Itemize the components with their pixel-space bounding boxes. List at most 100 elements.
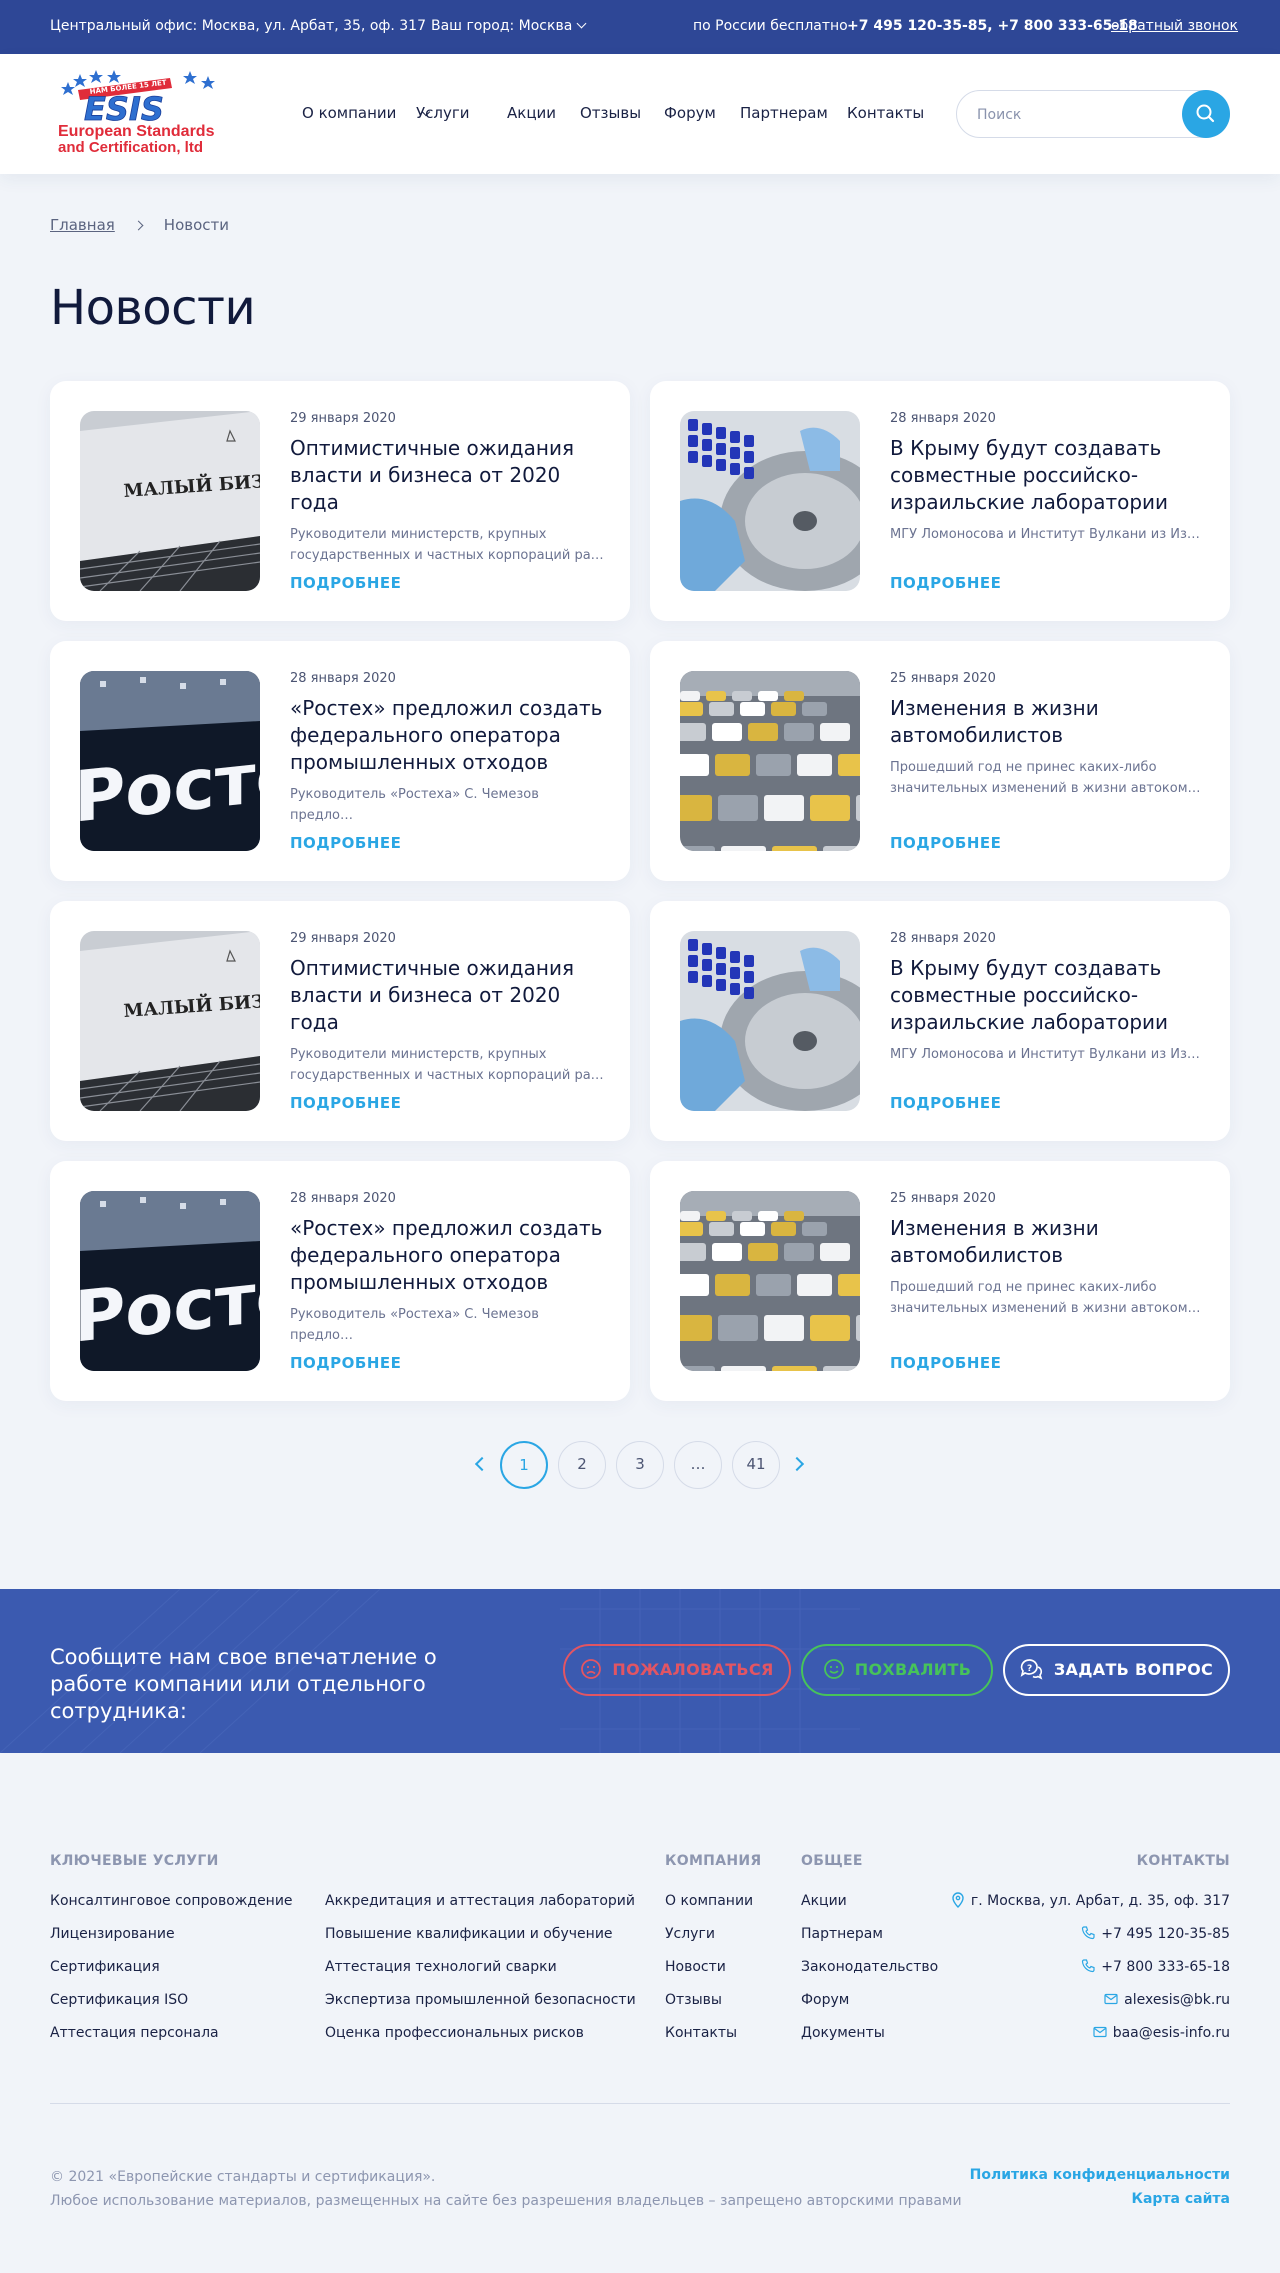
news-title[interactable]: Оптимистичные ожидания власти и бизнеса … xyxy=(290,435,605,516)
news-title[interactable]: «Ростех» предложил создать федерального … xyxy=(290,1215,605,1296)
breadcrumb-home[interactable]: Главная xyxy=(50,216,115,234)
news-image-rostec-sign[interactable]: Ростех xyxy=(80,671,260,851)
footer-company-heading: КОМПАНИЯ xyxy=(665,1853,762,1869)
news-title[interactable]: «Ростех» предложил создать федерального … xyxy=(290,695,605,776)
news-card[interactable]: МАЛЫЙ БИЗНЕС 29 января 2020 Оптимистичные … xyxy=(50,901,630,1141)
footer-service-link[interactable]: Консалтинговое сопровождение xyxy=(50,1893,293,1909)
footer-company-link[interactable]: Новости xyxy=(665,1959,726,1975)
nav-partners[interactable]: Партнерам xyxy=(740,104,828,122)
news-card[interactable]: МАЛЫЙ БИЗНЕС 29 января 2020 Оптимистичные … xyxy=(50,381,630,621)
site-footer: КЛЮЧЕВЫЕ УСЛУГИ КОМПАНИЯ ОБЩЕЕ КОНТАКТЫ … xyxy=(0,1753,1280,2273)
footer-company-link[interactable]: Контакты xyxy=(665,2025,737,2041)
footer-general-link[interactable]: Форум xyxy=(801,1992,849,2008)
nav-contacts[interactable]: Контакты xyxy=(847,104,924,122)
prev-page-icon[interactable] xyxy=(474,1456,490,1472)
news-image-lab-centrifuge[interactable] xyxy=(680,411,860,591)
news-card[interactable]: 25 января 2020 Изменения в жизни автомоби… xyxy=(650,641,1230,881)
news-image-business-sign[interactable]: МАЛЫЙ БИЗНЕС xyxy=(80,411,260,591)
news-excerpt: МГУ Ломоносова и Институт Вулкани из Из… xyxy=(890,1047,1200,1062)
mail-icon xyxy=(1104,1993,1118,2005)
footer-general-link[interactable]: Документы xyxy=(801,2025,885,2041)
footer-general-link[interactable]: Законодательство xyxy=(801,1959,938,1975)
office-address: Центральный офис: Москва, ул. Арбат, 35,… xyxy=(50,18,426,34)
news-title[interactable]: Изменения в жизни автомобилистов xyxy=(890,1215,1205,1269)
news-image-traffic-jam[interactable] xyxy=(680,1191,860,1371)
footer-company-link[interactable]: О компании xyxy=(665,1893,753,1909)
footer-email-2[interactable]: baa@esis-info.ru xyxy=(1093,2025,1230,2041)
page-41[interactable]: 41 xyxy=(732,1441,780,1489)
copyright: © 2021 «Европейские стандарты и сертифик… xyxy=(50,2165,962,2213)
header-phones[interactable]: +7 495 120-35-85, +7 800 333-65-18 xyxy=(847,18,1138,34)
read-more-link[interactable]: ПОДРОБНЕЕ xyxy=(290,834,401,852)
read-more-link[interactable]: ПОДРОБНЕЕ xyxy=(290,574,401,592)
news-excerpt: Руководители министерств, крупных госуда… xyxy=(290,1047,604,1083)
footer-service-link[interactable]: Аттестация технологий сварки xyxy=(325,1959,557,1975)
next-page-icon[interactable] xyxy=(789,1456,805,1472)
footer-company-link[interactable]: Услуги xyxy=(665,1926,715,1942)
complain-label: ПОЖАЛОВАТЬСЯ xyxy=(612,1660,774,1679)
footer-service-link[interactable]: Лицензирование xyxy=(50,1926,175,1942)
footer-service-link[interactable]: Сертификация ISO xyxy=(50,1992,188,2008)
phone-icon xyxy=(1082,1959,1095,1973)
footer-general-link[interactable]: Партнерам xyxy=(801,1926,883,1942)
footer-service-link[interactable]: Аттестация персонала xyxy=(50,2025,219,2041)
news-card[interactable]: Ростех 28 января 2020 «Ростех» предложил с… xyxy=(50,641,630,881)
page-2[interactable]: 2 xyxy=(558,1441,606,1489)
read-more-link[interactable]: ПОДРОБНЕЕ xyxy=(290,1094,401,1112)
news-image-lab-centrifuge[interactable] xyxy=(680,931,860,1111)
footer-service-link[interactable]: Аккредитация и аттестация лабораторий xyxy=(325,1893,635,1909)
news-date: 28 января 2020 xyxy=(890,931,996,946)
news-excerpt: МГУ Ломоносова и Институт Вулкани из Из… xyxy=(890,527,1200,542)
free-call-label: по России бесплатно xyxy=(693,18,848,34)
news-title[interactable]: В Крыму будут создавать совместные росси… xyxy=(890,955,1205,1036)
nav-services[interactable]: Услуги xyxy=(416,104,469,122)
news-card[interactable]: Ростех 28 января 2020 «Ростех» предложил с… xyxy=(50,1161,630,1401)
praise-button[interactable]: ПОХВАЛИТЬ xyxy=(801,1644,993,1696)
news-image-business-sign[interactable]: МАЛЫЙ БИЗНЕС xyxy=(80,931,260,1111)
footer-phone-1[interactable]: +7 495 120-35-85 xyxy=(1081,1926,1230,1942)
complain-button[interactable]: ПОЖАЛОВАТЬСЯ xyxy=(563,1644,791,1696)
footer-email-1[interactable]: alexesis@bk.ru xyxy=(1104,1992,1230,2008)
news-image-traffic-jam[interactable] xyxy=(680,671,860,851)
chat-question-icon: ? xyxy=(1020,1658,1043,1680)
logo-line2: and Certification, ltd xyxy=(58,139,203,156)
read-more-link[interactable]: ПОДРОБНЕЕ xyxy=(890,1354,1001,1372)
page-title: Новости xyxy=(50,280,256,336)
search-button[interactable] xyxy=(1182,90,1230,138)
footer-phone-2[interactable]: +7 800 333-65-18 xyxy=(1081,1959,1230,1975)
footer-service-link[interactable]: Экспертиза промышленной безопасности xyxy=(325,1992,636,2008)
news-excerpt: Руководитель «Ростеха» С. Чемезов предло… xyxy=(290,787,539,823)
news-title[interactable]: В Крыму будут создавать совместные росси… xyxy=(890,435,1205,516)
sitemap-link[interactable]: Карта сайта xyxy=(1132,2191,1230,2207)
news-card[interactable]: 28 января 2020 В Крыму будут создавать со… xyxy=(650,901,1230,1141)
news-card[interactable]: 28 января 2020 В Крыму будут создавать со… xyxy=(650,381,1230,621)
news-title[interactable]: Изменения в жизни автомобилистов xyxy=(890,695,1205,749)
esis-logo[interactable]: НАМ БОЛЕЕ 15 ЛЕТ ESIS European Standards… xyxy=(50,68,260,158)
callback-link[interactable]: обратный звонок xyxy=(1111,18,1238,34)
read-more-link[interactable]: ПОДРОБНЕЕ xyxy=(290,1354,401,1372)
privacy-policy-link[interactable]: Политика конфиденциальности xyxy=(970,2167,1230,2183)
search-input[interactable] xyxy=(977,103,1177,127)
nav-about[interactable]: О компании xyxy=(302,104,396,122)
news-title[interactable]: Оптимистичные ожидания власти и бизнеса … xyxy=(290,955,605,1036)
nav-reviews[interactable]: Отзывы xyxy=(580,104,641,122)
nav-forum[interactable]: Форум xyxy=(664,104,716,122)
nav-promo[interactable]: Акции xyxy=(507,104,556,122)
footer-service-link[interactable]: Оценка профессиональных рисков xyxy=(325,2025,584,2041)
city-selector[interactable]: Ваш город: Москва xyxy=(431,18,587,34)
footer-general-link[interactable]: Акции xyxy=(801,1893,847,1909)
page-1[interactable]: 1 xyxy=(500,1441,548,1489)
read-more-link[interactable]: ПОДРОБНЕЕ xyxy=(890,834,1001,852)
logo-line1: European Standards xyxy=(58,123,215,140)
news-image-rostec-sign[interactable]: Ростех xyxy=(80,1191,260,1371)
read-more-link[interactable]: ПОДРОБНЕЕ xyxy=(890,1094,1001,1112)
news-card[interactable]: 25 января 2020 Изменения в жизни автомоби… xyxy=(650,1161,1230,1401)
read-more-link[interactable]: ПОДРОБНЕЕ xyxy=(890,574,1001,592)
footer-service-link[interactable]: Сертификация xyxy=(50,1959,160,1975)
footer-service-link[interactable]: Повышение квалификации и обучение xyxy=(325,1926,613,1942)
news-excerpt: Руководитель «Ростеха» С. Чемезов предло… xyxy=(290,1307,539,1343)
footer-company-link[interactable]: Отзывы xyxy=(665,1992,722,2008)
ask-question-button[interactable]: ? ЗАДАТЬ ВОПРОС xyxy=(1003,1644,1230,1696)
page-3[interactable]: 3 xyxy=(616,1441,664,1489)
pagination: 1 2 3 … 41 xyxy=(0,1441,1280,1489)
